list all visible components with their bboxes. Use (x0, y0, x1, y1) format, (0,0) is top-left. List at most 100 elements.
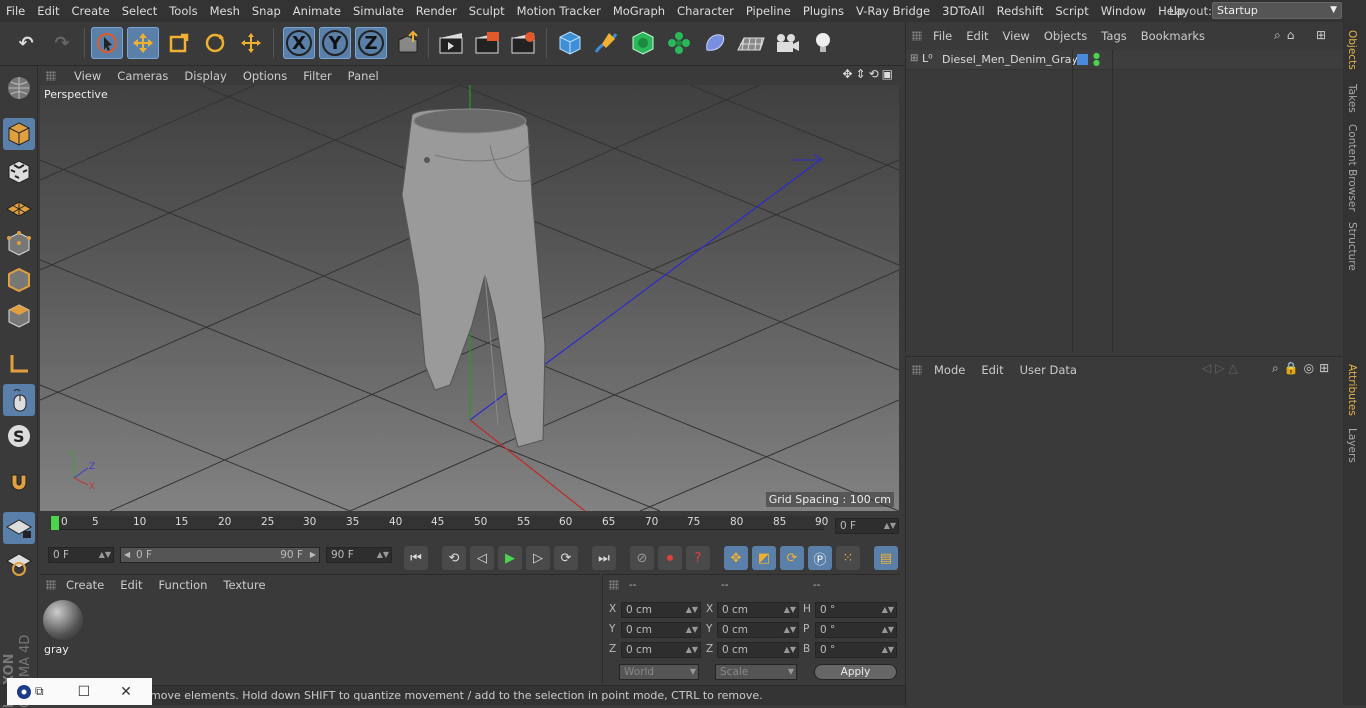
deformer-icon[interactable] (699, 27, 731, 59)
viewport-menu-view[interactable]: View (66, 69, 109, 83)
record-rotation-icon[interactable]: ⟳ (780, 546, 804, 570)
go-to-end-icon[interactable]: ⏭ (592, 546, 616, 570)
menu-mesh[interactable]: Mesh (204, 0, 246, 22)
camera-icon[interactable] (771, 27, 803, 59)
menu-simulate[interactable]: Simulate (347, 0, 410, 22)
y-axis-lock-icon[interactable]: Y (319, 27, 351, 59)
search-lock-target-icons[interactable]: ⌕🔒◎⊞ (1272, 361, 1334, 376)
menu-file[interactable]: File (0, 0, 31, 22)
objects-menu-view[interactable]: View (996, 29, 1037, 43)
perspective-viewport[interactable]: Y Z X Perspective Grid Spacing : 100 cm (40, 85, 899, 511)
objects-menu-file[interactable]: File (926, 29, 959, 43)
next-keyframe-icon[interactable]: ⟳ (554, 546, 578, 570)
render-to-picture-viewer-icon[interactable] (471, 27, 503, 59)
menu-create[interactable]: Create (66, 0, 116, 22)
maximize-icon[interactable]: ☐ (78, 684, 91, 700)
menu-snap[interactable]: Snap (246, 0, 287, 22)
tweak-mode-icon[interactable] (3, 384, 35, 416)
record-active-objects-icon[interactable]: ⊘ (630, 546, 654, 570)
menu-plugins[interactable]: Plugins (797, 0, 850, 22)
tab-structure[interactable]: Structure (1346, 222, 1358, 271)
previous-keyframe-icon[interactable]: ⟲ (442, 546, 466, 570)
cube-primitive-icon[interactable] (554, 27, 586, 59)
close-icon[interactable]: ✕ (120, 684, 132, 700)
menu-tools[interactable]: Tools (163, 0, 203, 22)
record-scale-icon[interactable]: ◩ (752, 546, 776, 570)
restore-icon[interactable]: ⧉ (35, 684, 44, 699)
tab-objects[interactable]: Objects (1346, 30, 1358, 70)
panel-grip-icon[interactable] (46, 71, 56, 81)
stepper-icon[interactable]: ▲▼ (884, 519, 896, 533)
menu-character[interactable]: Character (671, 0, 740, 22)
edge-mode-icon[interactable] (3, 264, 35, 296)
go-to-start-icon[interactable]: ⏮ (404, 546, 428, 570)
new-window-icon[interactable]: ⊞ (1316, 28, 1326, 42)
menu-pipeline[interactable]: Pipeline (740, 0, 797, 22)
search-icon[interactable]: ⌕⌂ (1274, 28, 1300, 43)
transform-tool-icon[interactable] (235, 27, 267, 59)
range-left-arrow-icon[interactable]: ◀ (124, 548, 130, 562)
autokeying-icon[interactable]: ⏺ (658, 546, 682, 570)
jeans-model[interactable] (401, 108, 546, 448)
tab-takes[interactable]: Takes (1346, 84, 1358, 113)
menu-animate[interactable]: Animate (287, 0, 347, 22)
attributes-menu-user-data[interactable]: User Data (1012, 363, 1085, 377)
menu-script[interactable]: Script (1049, 0, 1094, 22)
menu-edit[interactable]: Edit (31, 0, 65, 22)
current-frame-field[interactable]: 0 F ▲▼ (835, 518, 899, 534)
objects-menu-bookmarks[interactable]: Bookmarks (1134, 29, 1212, 43)
preview-range-slider[interactable]: ◀ 0 F 90 F ▶ (120, 547, 320, 563)
live-selection-icon[interactable] (91, 27, 123, 59)
texture-mode-icon[interactable] (3, 156, 35, 188)
material-menu-function[interactable]: Function (151, 578, 216, 592)
snapping-icon[interactable]: S (3, 420, 35, 452)
light-icon[interactable] (807, 27, 839, 59)
material-menu-create[interactable]: Create (58, 578, 112, 592)
tab-attributes[interactable]: Attributes (1346, 364, 1358, 416)
floor-icon[interactable] (735, 27, 767, 59)
material-swatch[interactable]: gray (42, 599, 86, 657)
menu-3dtoall[interactable]: 3DToAll (936, 0, 991, 22)
previous-frame-icon[interactable]: ◁ (470, 546, 494, 570)
axis-mode-icon[interactable] (3, 348, 35, 380)
redo-icon[interactable]: ↷ (46, 27, 78, 59)
menu-mograph[interactable]: MoGraph (607, 0, 671, 22)
record-parameter-icon[interactable]: Ⓟ (808, 546, 832, 570)
size-mode-dropdown[interactable]: Scale ▼ (715, 664, 797, 680)
render-settings-icon[interactable] (507, 27, 539, 59)
menu-select[interactable]: Select (116, 0, 163, 22)
coordinate-system-icon[interactable] (392, 27, 424, 59)
scale-tool-icon[interactable] (163, 27, 195, 59)
size-z-field[interactable]: 0 cm ▲▼ (717, 642, 799, 658)
planar-workplane-icon[interactable] (3, 548, 35, 580)
menu-vray-bridge[interactable]: V-Ray Bridge (850, 0, 936, 22)
cinema4d-app-icon[interactable] (17, 684, 31, 699)
subdivision-surface-icon[interactable] (627, 27, 659, 59)
size-x-field[interactable]: 0 cm ▲▼ (717, 602, 799, 618)
rotation-p-field[interactable]: 0 ° ▲▼ (815, 622, 897, 638)
object-row[interactable]: ⊞ L⁰ Diesel_Men_Denim_Gray ● ● (906, 50, 1343, 70)
layout-select[interactable]: Startup ▼ (1212, 2, 1342, 19)
cloner-icon[interactable] (663, 27, 695, 59)
menu-motion-tracker[interactable]: Motion Tracker (511, 0, 607, 22)
rotation-h-field[interactable]: 0 ° ▲▼ (815, 602, 897, 618)
objects-menu-objects[interactable]: Objects (1037, 29, 1094, 43)
point-mode-icon[interactable] (3, 228, 35, 260)
undo-icon[interactable]: ↶ (10, 27, 42, 59)
x-axis-lock-icon[interactable]: X (283, 27, 315, 59)
play-forward-icon[interactable]: ▶ (498, 546, 522, 570)
locked-workplane-icon[interactable] (3, 512, 35, 544)
material-menu-edit[interactable]: Edit (112, 578, 150, 592)
viewport-menu-display[interactable]: Display (176, 69, 234, 83)
position-z-field[interactable]: 0 cm ▲▼ (621, 642, 701, 658)
preview-end-field[interactable]: 90 F ▲▼ (326, 547, 392, 563)
model-mode-icon[interactable] (3, 118, 35, 150)
pen-spline-icon[interactable] (590, 27, 622, 59)
tab-content-browser[interactable]: Content Browser (1346, 124, 1358, 212)
record-position-icon[interactable]: ✥ (724, 546, 748, 570)
material-menu-texture[interactable]: Texture (215, 578, 273, 592)
history-arrows-icon[interactable]: ◁▷△ (1202, 361, 1242, 375)
menu-sculpt[interactable]: Sculpt (463, 0, 511, 22)
viewport-menu-cameras[interactable]: Cameras (109, 69, 176, 83)
objects-menu-tags[interactable]: Tags (1094, 29, 1133, 43)
